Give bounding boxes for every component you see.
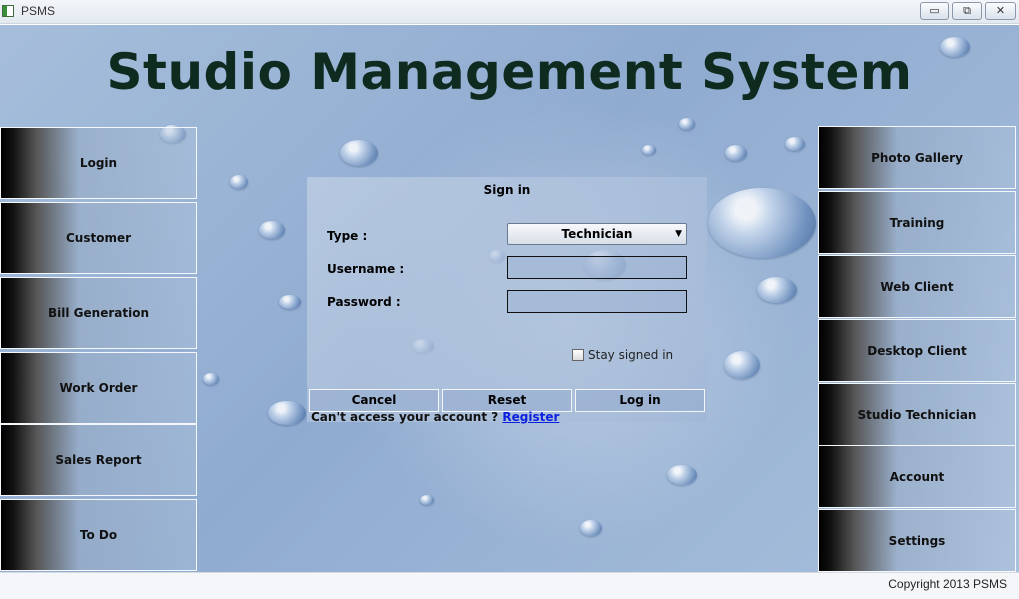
stay-signed-in-checkbox[interactable] (572, 349, 584, 361)
close-button[interactable]: ✕ (985, 2, 1016, 20)
signin-title: Sign in (483, 183, 531, 197)
water-drop-decoration (279, 295, 301, 309)
water-drop-decoration (268, 401, 306, 425)
water-drop-decoration (757, 277, 797, 303)
nav-photo-gallery-button[interactable]: Photo Gallery (818, 126, 1016, 189)
water-drop-decoration (230, 175, 248, 189)
water-drop-decoration (708, 188, 816, 258)
signin-panel: Sign in Type : Technician ▼ Username : P… (307, 177, 707, 422)
water-drop-decoration (725, 145, 747, 161)
minimize-button[interactable]: ▭ (920, 2, 949, 20)
water-drop-decoration (340, 140, 378, 166)
water-drop-decoration (259, 221, 285, 239)
username-input[interactable] (507, 256, 687, 279)
nav-settings-button[interactable]: Settings (818, 509, 1016, 572)
type-label: Type : (327, 229, 368, 243)
water-drop-decoration (667, 465, 697, 485)
account-access-text: Can't access your account ? Register (311, 410, 559, 424)
nav-customer-button[interactable]: Customer (0, 202, 197, 274)
page-title: Studio Management System (106, 43, 913, 101)
nav-training-button[interactable]: Training (818, 191, 1016, 254)
nav-to-do-button[interactable]: To Do (0, 499, 197, 571)
register-link[interactable]: Register (502, 410, 559, 424)
water-drop-decoration (203, 373, 219, 385)
nav-studio-technician-button[interactable]: Studio Technician (818, 383, 1016, 446)
nav-work-order-button[interactable]: Work Order (0, 352, 197, 424)
water-drop-decoration (420, 495, 434, 505)
cancel-button[interactable]: Cancel (309, 389, 439, 412)
reset-button[interactable]: Reset (442, 389, 572, 412)
water-drop-decoration (679, 118, 695, 130)
water-drop-decoration (785, 137, 805, 151)
type-select[interactable]: Technician ▼ (507, 223, 687, 245)
restore-button[interactable]: ⧉ (952, 2, 982, 20)
chevron-down-icon: ▼ (675, 229, 682, 239)
stay-signed-in-label: Stay signed in (588, 348, 674, 362)
username-label: Username : (327, 262, 405, 276)
log-in-button[interactable]: Log in (575, 389, 705, 412)
copyright-text: Copyright 2013 PSMS (888, 577, 1007, 591)
water-drop-decoration (642, 145, 656, 155)
nav-sales-report-button[interactable]: Sales Report (0, 424, 197, 496)
account-access-label: Can't access your account ? (311, 410, 503, 424)
nav-bill-generation-button[interactable]: Bill Generation (0, 277, 197, 349)
water-drop-decoration (580, 520, 602, 536)
app-icon (2, 5, 14, 17)
status-bar: Copyright 2013 PSMS (0, 572, 1019, 599)
nav-desktop-client-button[interactable]: Desktop Client (818, 319, 1016, 382)
nav-login-button[interactable]: Login (0, 127, 197, 199)
water-drop-decoration (724, 351, 760, 379)
nav-web-client-button[interactable]: Web Client (818, 255, 1016, 318)
type-select-value: Technician (561, 227, 633, 241)
window-titlebar: PSMS ▭ ⧉ ✕ (0, 0, 1019, 24)
window-title: PSMS (21, 4, 56, 18)
stay-signed-in-control[interactable]: Stay signed in (572, 348, 673, 362)
nav-account-button[interactable]: Account (818, 445, 1016, 508)
password-input[interactable] (507, 290, 687, 313)
password-label: Password : (327, 295, 401, 309)
